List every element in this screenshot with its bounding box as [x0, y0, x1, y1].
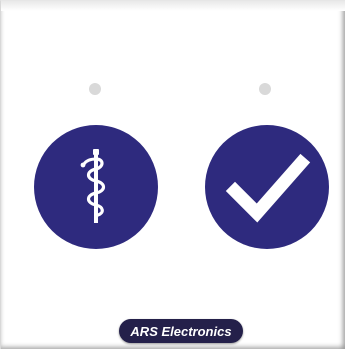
right-indicator-led	[259, 83, 271, 95]
brand-label: ARS Electronics	[119, 319, 243, 343]
medical-staff-icon	[80, 149, 106, 223]
left-indicator-led	[89, 83, 101, 95]
checkmark-icon	[225, 153, 311, 223]
confirm-button[interactable]	[205, 125, 329, 249]
device-panel: ARS Electronics	[0, 0, 345, 349]
medical-button[interactable]	[34, 125, 158, 249]
